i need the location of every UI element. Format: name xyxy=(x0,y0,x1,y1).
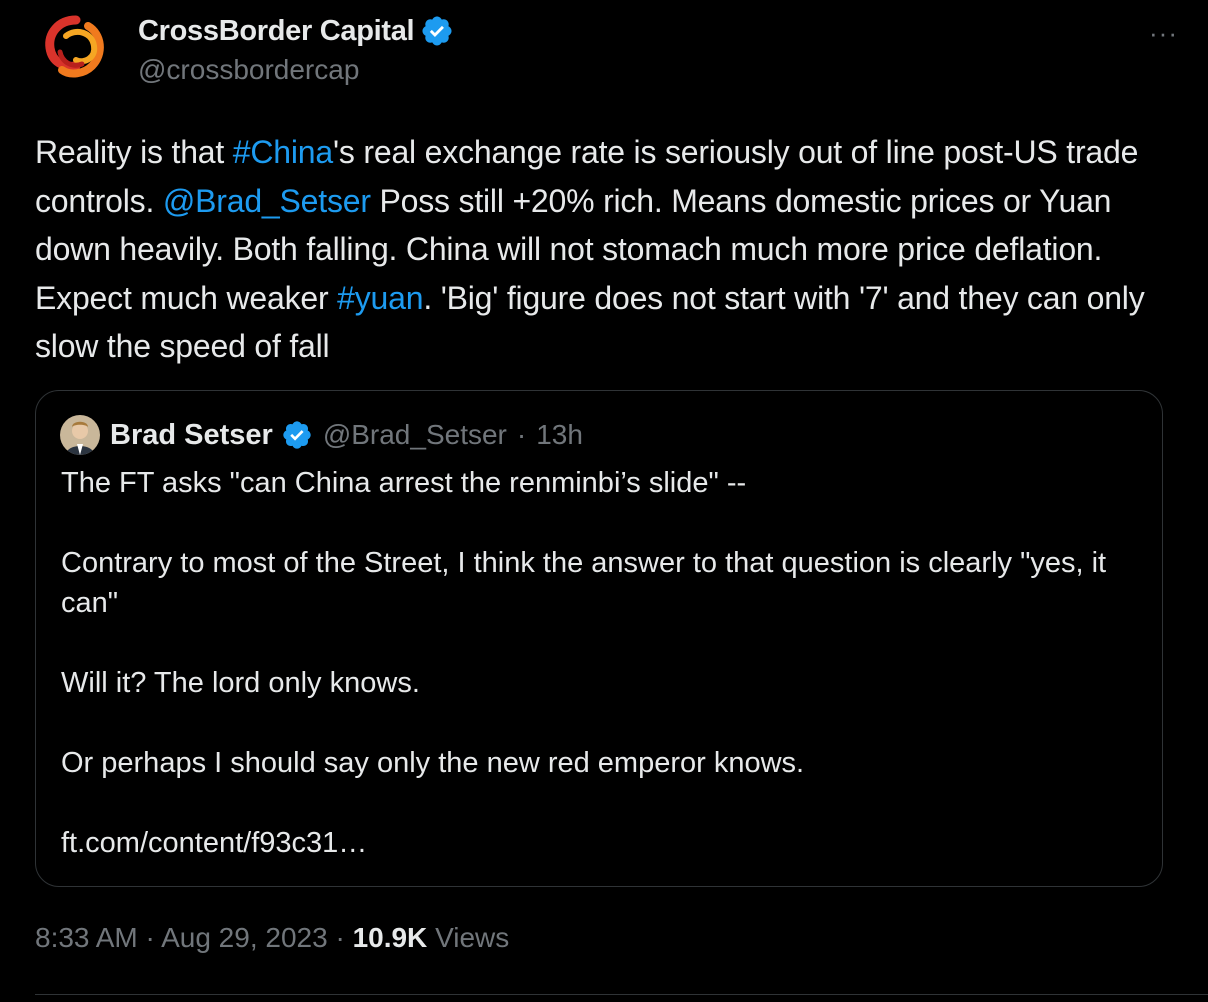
tweet-meta: 8:33 AM · Aug 29, 2023 · 10.9K Views xyxy=(35,922,509,954)
mention-brad-setser-link[interactable]: @Brad_Setser xyxy=(163,183,371,219)
author-display-name[interactable]: CrossBorder Capital xyxy=(138,15,415,48)
quoted-tweet-time[interactable]: 13h xyxy=(536,419,583,451)
tweet-date[interactable]: Aug 29, 2023 xyxy=(161,922,328,953)
views-label: Views xyxy=(435,922,510,953)
more-options-icon[interactable]: ··· xyxy=(1149,18,1178,49)
hashtag-yuan-link[interactable]: #yuan xyxy=(337,280,423,316)
quoted-author-avatar[interactable] xyxy=(60,415,100,455)
verified-badge-icon[interactable] xyxy=(420,14,454,48)
quoted-link[interactable]: ft.com/content/f93c31… xyxy=(61,823,1121,863)
person-avatar-icon xyxy=(60,415,100,455)
author-avatar[interactable] xyxy=(36,8,116,88)
verified-badge-icon[interactable] xyxy=(281,419,313,451)
tweet-time[interactable]: 8:33 AM xyxy=(35,922,138,953)
quoted-tweet-text: The FT asks "can China arrest the renmin… xyxy=(61,463,1121,903)
tweet: CrossBorder Capital @crossbordercap ··· … xyxy=(0,0,1208,1002)
quoted-tweet-header: Brad Setser @Brad_Setser · 13h xyxy=(60,415,583,455)
quoted-paragraph: Or perhaps I should say only the new red… xyxy=(61,747,805,779)
crossborder-logo-icon xyxy=(36,8,116,88)
quoted-paragraph: The FT asks "can China arrest the renmin… xyxy=(61,467,747,499)
quoted-paragraph: Will it? The lord only knows. xyxy=(61,667,420,699)
hashtag-china-link[interactable]: #China xyxy=(233,134,333,170)
separator-dot: · xyxy=(145,922,155,953)
quoted-author-handle[interactable]: @Brad_Setser xyxy=(323,419,507,451)
quoted-tweet-card[interactable]: Brad Setser @Brad_Setser · 13h The FT as… xyxy=(35,390,1163,887)
author-name-row: CrossBorder Capital xyxy=(138,14,454,48)
divider xyxy=(35,994,1208,995)
tweet-text: Reality is that #China's real exchange r… xyxy=(35,128,1145,371)
tweet-text-segment: Reality is that xyxy=(35,134,233,170)
quoted-author-display-name[interactable]: Brad Setser xyxy=(110,419,273,452)
separator-dot: · xyxy=(516,419,527,450)
separator-dot: · xyxy=(335,922,345,953)
views-count[interactable]: 10.9K xyxy=(353,922,428,953)
quoted-paragraph: Contrary to most of the Street, I think … xyxy=(61,547,1107,619)
author-handle[interactable]: @crossbordercap xyxy=(138,54,359,86)
